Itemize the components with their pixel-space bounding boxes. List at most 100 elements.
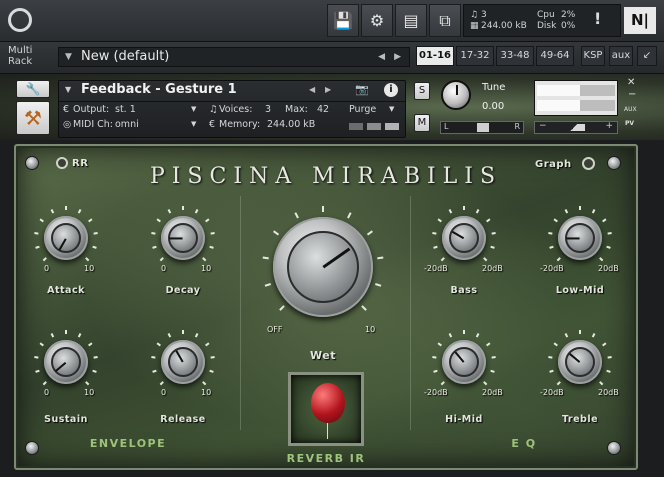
instrument-info-box: ▼ Feedback - Gesture 1 ◀ ▶ 📷 i € Output:… (58, 80, 406, 138)
bass-knob[interactable] (442, 216, 486, 260)
inst-next-icon[interactable]: ▶ (325, 85, 331, 94)
purge-button[interactable]: Purge (349, 104, 376, 115)
midi-value[interactable]: omni (115, 119, 139, 130)
save-icon[interactable]: 💾 (327, 4, 359, 37)
release-max-label: 10 (201, 388, 212, 397)
pan-slider[interactable]: L R (440, 121, 524, 134)
reverb-ir-display[interactable] (288, 372, 364, 446)
decay-max-label: 10 (201, 264, 212, 273)
pv-button[interactable]: PV (625, 120, 634, 127)
lowmid-min-label: -20dB (540, 264, 564, 273)
voices-icon: ♫ (470, 10, 479, 20)
lowmid-label: Low-Mid (555, 285, 605, 296)
decay-knob[interactable] (161, 216, 205, 260)
himid-min-label: -20dB (424, 388, 448, 397)
treble-min-label: -20dB (540, 388, 564, 397)
release-knob[interactable] (161, 340, 205, 384)
cpu-value: 2% (561, 10, 576, 20)
aux-button[interactable]: AUX (624, 106, 637, 113)
attack-max-label: 10 (84, 264, 95, 273)
ni-logo-icon[interactable]: N| (624, 7, 656, 34)
treble-knob[interactable] (558, 340, 602, 384)
release-label: Release (160, 414, 206, 425)
gear-icon[interactable]: ⚙ (361, 4, 393, 37)
inst-prev-icon[interactable]: ◀ (309, 85, 315, 94)
bass-knob-pointer (451, 230, 465, 239)
voices-value: 3 (265, 104, 272, 115)
preset-name: New (default) (81, 49, 170, 64)
preset-next-icon[interactable]: ▶ (394, 48, 401, 66)
tab-17-32[interactable]: 17-32 (456, 46, 494, 66)
max-voices-value[interactable]: 42 (317, 104, 329, 115)
tab-ksp[interactable]: KSP (581, 46, 605, 66)
section-divider (410, 196, 411, 430)
himid-knob[interactable] (442, 340, 486, 384)
preset-dropdown-icon[interactable]: ▼ (65, 48, 72, 66)
treble-label: Treble (561, 414, 599, 425)
bass-max-label: 20dB (482, 264, 503, 273)
tab-49-64[interactable]: 49-64 (536, 46, 574, 66)
solo-button[interactable]: S (414, 82, 430, 100)
panel-title: PISCINA MIRABILIS (149, 164, 503, 189)
wet-knob[interactable] (273, 217, 373, 317)
preset-selector[interactable]: ▼ New (default) ◀ ▶ (58, 47, 410, 67)
rack-label-2: Rack (8, 56, 33, 67)
himid-max-label: 20dB (482, 388, 503, 397)
tab-33-48[interactable]: 33-48 (496, 46, 534, 66)
purge-dropdown-icon[interactable]: ▼ (389, 105, 394, 113)
sustain-knob[interactable] (44, 340, 88, 384)
kontakt-logo-icon[interactable] (8, 8, 32, 32)
wet-label: Wet (310, 349, 336, 362)
tune-knob[interactable] (441, 80, 471, 110)
tune-value[interactable]: 0.00 (482, 101, 504, 112)
status-memory: 244.00 kB (481, 21, 527, 31)
warning-icon[interactable]: ! (594, 9, 601, 28)
pan-left-label: L (444, 122, 449, 131)
himid-label: Hi-Mid (445, 414, 483, 425)
treble-max-label: 20dB (598, 388, 619, 397)
midi-dropdown-icon[interactable]: ▼ (191, 120, 196, 128)
collapse-icon[interactable]: ↙ (637, 46, 657, 66)
flask-icon[interactable]: ⚒ (16, 101, 50, 135)
camera-icon[interactable]: 📷 (355, 83, 369, 96)
screw-icon (25, 441, 39, 455)
info-icon[interactable]: i (384, 83, 398, 97)
decay-min-label: 0 (161, 264, 167, 273)
lowmid-knob-pointer (566, 236, 580, 239)
wrench-icon[interactable]: 🔧 (16, 80, 50, 98)
balloon-icon (311, 383, 345, 423)
preset-prev-icon[interactable]: ◀ (378, 48, 385, 66)
inst-expand-icon[interactable]: ▼ (65, 85, 71, 94)
purge-meter (349, 123, 401, 130)
wet-min-label: OFF (267, 325, 283, 334)
disk-value: 0% (561, 21, 576, 31)
lowmid-max-label: 20dB (598, 264, 619, 273)
rack-label-1: Multi (8, 45, 33, 56)
close-icon[interactable]: ✕ (627, 77, 635, 88)
pan-handle[interactable] (477, 123, 489, 132)
output-label: Output: (73, 104, 110, 115)
output-dropdown-icon[interactable]: ▼ (191, 105, 196, 113)
minimize-icon[interactable]: − (628, 89, 636, 100)
output-icon: € (63, 104, 70, 115)
volume-slider[interactable]: − + (534, 121, 618, 134)
tab-01-16[interactable]: 01-16 (416, 46, 454, 66)
disk-label: Disk (537, 21, 557, 31)
tab-aux[interactable]: aux (609, 46, 633, 66)
lowmid-knob[interactable] (558, 216, 602, 260)
output-value[interactable]: st. 1 (115, 104, 136, 115)
sustain-min-label: 0 (44, 388, 50, 397)
himid-knob-pointer (454, 351, 465, 363)
reverb-section-label: REVERB IR (286, 452, 366, 465)
resize-icon[interactable]: ⧉ (429, 4, 461, 37)
decay-label: Decay (165, 285, 201, 296)
mute-button[interactable]: M (414, 114, 430, 132)
memory-icon: € (209, 119, 216, 130)
wet-knob-pointer (322, 247, 351, 269)
voices-icon: ♫ (209, 104, 218, 115)
attack-knob[interactable] (44, 216, 88, 260)
max-label: Max: (285, 104, 308, 115)
instrument-name[interactable]: Feedback - Gesture 1 (81, 82, 237, 97)
attack-knob-pointer (58, 237, 67, 251)
layout-icon[interactable]: ▤ (395, 4, 427, 37)
